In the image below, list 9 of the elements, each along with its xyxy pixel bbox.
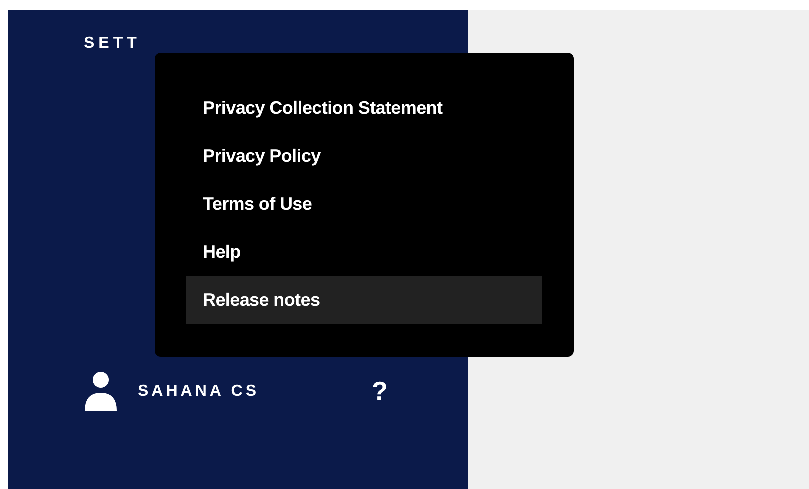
menu-item[interactable]: Privacy Collection Statement	[186, 84, 542, 132]
menu-item[interactable]: Release notes	[186, 276, 542, 324]
user-icon	[84, 371, 118, 411]
menu-item[interactable]: Terms of Use	[186, 180, 542, 228]
user-name: SAHANA CS	[138, 382, 261, 400]
settings-heading: SETT	[84, 35, 141, 53]
menu-item[interactable]: Privacy Policy	[186, 132, 542, 180]
menu-item[interactable]: Help	[186, 228, 542, 276]
help-button[interactable]: ?	[372, 376, 388, 406]
